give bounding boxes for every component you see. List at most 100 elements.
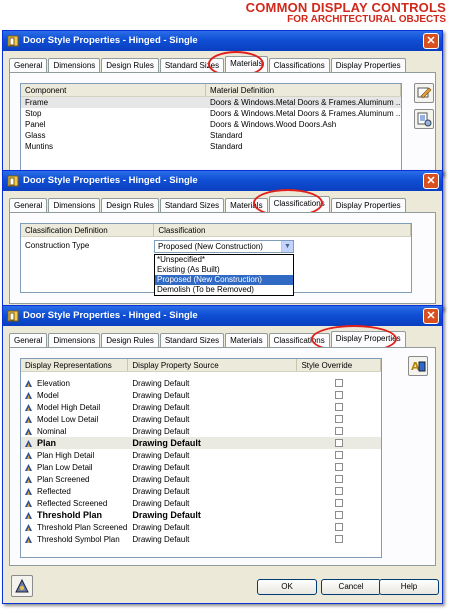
tab-display-properties[interactable]: Display Properties [330, 331, 406, 347]
material-cell[interactable]: Doors & Windows.Metal Doors & Frames.Alu… [206, 108, 401, 119]
tab-general[interactable]: General [9, 58, 48, 72]
dropdown-option[interactable]: Demolish (To be Removed) [155, 285, 293, 295]
table-row[interactable]: Plan Low Detail Drawing Default [21, 461, 381, 473]
dropdown-option[interactable]: Existing (As Built) [155, 265, 293, 275]
style-override-checkbox[interactable] [335, 463, 344, 471]
tab-design-rules[interactable]: Design Rules [101, 333, 159, 347]
table-row[interactable]: Plan High Detail Drawing Default [21, 449, 381, 461]
style-manager-button[interactable] [11, 575, 33, 597]
tab-general[interactable]: General [9, 198, 48, 212]
display-property-source-cell[interactable]: Drawing Default [128, 487, 297, 496]
material-cell[interactable]: Standard [206, 141, 401, 152]
tab-standard-sizes[interactable]: Standard Sizes [159, 58, 225, 72]
column-header-display-representations[interactable]: Display Representations [21, 359, 129, 371]
material-settings-button[interactable] [414, 109, 434, 129]
material-cell[interactable]: Doors & Windows.Wood Doors.Ash [206, 119, 401, 130]
style-override-checkbox[interactable] [335, 427, 344, 435]
tab-standard-sizes[interactable]: Standard Sizes [159, 333, 225, 347]
display-property-source-cell[interactable]: Drawing Default [128, 438, 297, 448]
tab-dimensions[interactable]: Dimensions [48, 198, 101, 212]
display-property-source-cell[interactable]: Drawing Default [128, 475, 297, 484]
edit-material-button[interactable] [414, 83, 434, 103]
style-override-checkbox[interactable] [335, 391, 344, 399]
dropdown-option-selected[interactable]: Proposed (New Construction) [155, 275, 293, 285]
display-rep-icon [25, 535, 32, 543]
tab-classifications[interactable]: Classifications [268, 333, 330, 347]
table-row[interactable]: Model Drawing Default [21, 389, 381, 401]
column-header-component[interactable]: Component [21, 84, 207, 96]
display-representation-cell: Reflected Screened [21, 499, 128, 508]
classification-select[interactable]: Proposed (New Construction) ▼ [154, 240, 294, 253]
help-button[interactable]: Help [379, 579, 439, 595]
display-property-source-cell[interactable]: Drawing Default [128, 379, 297, 388]
table-row[interactable]: Model High Detail Drawing Default [21, 401, 381, 413]
table-row[interactable]: Muntins Standard [21, 141, 401, 152]
close-button[interactable]: ✕ [423, 308, 439, 324]
style-override-checkbox[interactable] [335, 511, 344, 519]
table-row[interactable]: Threshold Plan Drawing Default [21, 509, 381, 521]
table-row[interactable]: Plan Drawing Default [21, 437, 381, 449]
table-row[interactable]: Reflected Screened Drawing Default [21, 497, 381, 509]
table-row[interactable]: Elevation Drawing Default [21, 377, 381, 389]
tab-dimensions[interactable]: Dimensions [48, 58, 101, 72]
cancel-button[interactable]: Cancel [321, 579, 381, 595]
display-property-source-cell[interactable]: Drawing Default [128, 427, 297, 436]
table-row[interactable]: Threshold Plan Screened Drawing Default [21, 521, 381, 533]
display-property-source-cell[interactable]: Drawing Default [128, 510, 297, 520]
dropdown-option[interactable]: *Unspecified* [155, 255, 293, 265]
tab-display-properties[interactable]: Display Properties [330, 198, 406, 212]
close-button[interactable]: ✕ [423, 173, 439, 189]
edit-display-properties-button[interactable]: A [408, 356, 428, 376]
material-cell[interactable]: Standard [206, 130, 401, 141]
style-override-checkbox[interactable] [335, 535, 344, 543]
style-override-checkbox[interactable] [335, 487, 344, 495]
tab-dimensions[interactable]: Dimensions [48, 333, 101, 347]
chevron-down-icon[interactable]: ▼ [281, 241, 293, 252]
style-override-checkbox[interactable] [335, 499, 344, 507]
close-button[interactable]: ✕ [423, 33, 439, 49]
tab-materials[interactable]: Materials [225, 198, 268, 212]
display-property-source-cell[interactable]: Drawing Default [128, 415, 297, 424]
style-override-checkbox[interactable] [335, 475, 344, 483]
table-row[interactable]: Glass Standard [21, 130, 401, 141]
style-override-checkbox[interactable] [335, 379, 344, 387]
door-style-icon [7, 35, 19, 47]
style-override-cell [297, 511, 381, 519]
display-property-source-cell[interactable]: Drawing Default [128, 463, 297, 472]
column-header-classification-definition[interactable]: Classification Definition [21, 224, 155, 236]
table-row[interactable]: Panel Doors & Windows.Wood Doors.Ash [21, 119, 401, 130]
display-property-source-cell[interactable]: Drawing Default [128, 535, 297, 544]
style-override-checkbox[interactable] [335, 523, 344, 531]
table-row[interactable]: Frame Doors & Windows.Metal Doors & Frame… [21, 97, 401, 108]
column-header-style-override[interactable]: Style Override [297, 359, 381, 371]
table-row[interactable]: Reflected Drawing Default [21, 485, 381, 497]
tab-general[interactable]: General [9, 333, 48, 347]
display-property-source-cell[interactable]: Drawing Default [128, 403, 297, 412]
column-header-classification[interactable]: Classification [154, 224, 411, 236]
tab-standard-sizes[interactable]: Standard Sizes [159, 198, 225, 212]
ok-button[interactable]: OK [257, 579, 317, 595]
tab-design-rules[interactable]: Design Rules [101, 58, 159, 72]
style-override-checkbox[interactable] [335, 451, 344, 459]
tab-design-rules[interactable]: Design Rules [101, 198, 159, 212]
tab-classifications[interactable]: Classifications [268, 196, 330, 212]
style-override-checkbox[interactable] [335, 403, 344, 411]
table-row[interactable]: Model Low Detail Drawing Default [21, 413, 381, 425]
tab-materials[interactable]: Materials [225, 56, 268, 72]
material-cell[interactable]: Doors & Windows.Metal Doors & Frames.Alu… [206, 97, 401, 108]
tab-materials[interactable]: Materials [225, 333, 268, 347]
tab-classifications[interactable]: Classifications [268, 58, 330, 72]
tab-display-properties[interactable]: Display Properties [330, 58, 406, 72]
style-override-checkbox[interactable] [335, 415, 344, 423]
table-row[interactable]: Plan Screened Drawing Default [21, 473, 381, 485]
display-property-source-cell[interactable]: Drawing Default [128, 523, 297, 532]
column-header-display-property-source[interactable]: Display Property Source [128, 359, 298, 371]
style-override-checkbox[interactable] [335, 439, 344, 447]
display-property-source-cell[interactable]: Drawing Default [128, 499, 297, 508]
display-property-source-cell[interactable]: Drawing Default [128, 451, 297, 460]
table-row[interactable]: Nominal Drawing Default [21, 425, 381, 437]
table-row[interactable]: Stop Doors & Windows.Metal Doors & Frames… [21, 108, 401, 119]
display-property-source-cell[interactable]: Drawing Default [128, 391, 297, 400]
table-row[interactable]: Threshold Symbol Plan Drawing Default [21, 533, 381, 545]
column-header-material[interactable]: Material Definition [206, 84, 401, 96]
